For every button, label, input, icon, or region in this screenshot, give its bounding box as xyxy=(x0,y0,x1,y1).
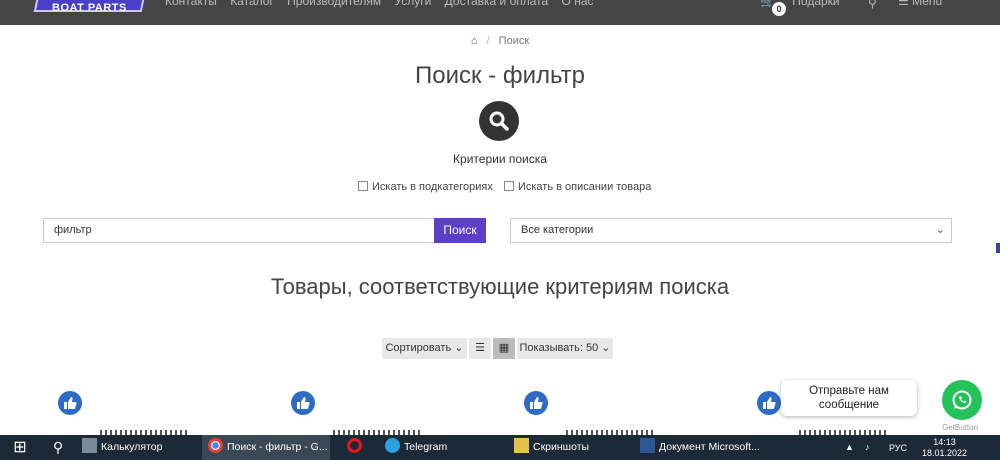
task-calculator[interactable]: Калькулятор xyxy=(78,435,200,460)
telegram-icon xyxy=(385,438,400,453)
list-icon: ☰ xyxy=(475,342,485,354)
nav-catalog[interactable]: Каталог xyxy=(230,0,274,8)
like-icon[interactable] xyxy=(291,391,315,415)
results-title: Товары, соответствующие критериям поиска xyxy=(270,274,730,299)
clock[interactable]: 14:13 18.01.2022 xyxy=(922,437,967,459)
clock-time: 14:13 xyxy=(933,437,956,447)
task-label: Скриншоты xyxy=(533,441,590,453)
home-icon[interactable]: ⌂ xyxy=(471,35,478,47)
search-icon[interactable]: ⚲ xyxy=(868,0,877,10)
chrome-icon xyxy=(208,438,223,453)
nav-services[interactable]: Услуги xyxy=(394,0,431,8)
menu-button[interactable]: ☰ Menu xyxy=(898,0,942,8)
menu-label: Menu xyxy=(912,0,943,8)
cart-count-badge: 0 xyxy=(772,2,786,16)
site-header: BOAT PARTS Контакты Каталог Производител… xyxy=(0,0,1000,25)
chat-bubble[interactable]: Отправьте нам сообщение xyxy=(781,380,917,416)
task-label: Документ Microsoft... xyxy=(659,441,760,453)
calculator-icon xyxy=(82,438,97,453)
task-label: Калькулятор xyxy=(101,441,163,453)
criteria-title: Критерии поиска xyxy=(453,152,547,166)
site-logo[interactable]: BOAT PARTS xyxy=(32,0,147,25)
grid-icon: ▦ xyxy=(498,342,510,354)
category-select-value: Все категории xyxy=(521,224,594,236)
logo-text: BOAT PARTS xyxy=(52,2,127,14)
clock-date: 18.01.2022 xyxy=(922,448,968,458)
nav-contacts[interactable]: Контакты xyxy=(165,0,217,8)
language-indicator[interactable]: РУС xyxy=(889,443,907,453)
getbutton-credit[interactable]: GetButton xyxy=(942,423,978,432)
checkbox-description[interactable]: Искать в описании товара xyxy=(503,181,652,193)
nav-manufacturers[interactable]: Производителям xyxy=(287,0,381,8)
task-label: Поиск - фильтр - G... xyxy=(227,441,328,453)
checkbox-box[interactable] xyxy=(503,181,514,191)
task-label: Telegram xyxy=(404,441,448,453)
search-button[interactable]: Поиск xyxy=(434,218,486,243)
sort-label: Сортировать xyxy=(385,342,452,354)
word-icon xyxy=(640,438,655,453)
top-nav: Контакты Каталог Производителям Услуги Д… xyxy=(165,0,604,8)
show-count-dropdown[interactable]: Показывать: 50 ⌄ xyxy=(517,338,613,359)
cart-label: Подарки xyxy=(792,0,840,8)
like-icon[interactable] xyxy=(524,391,548,415)
checkbox-label: Искать в описании товара xyxy=(517,181,652,193)
task-screenshots[interactable]: Скриншоты xyxy=(506,435,631,460)
page-title: Поиск - фильтр xyxy=(415,62,585,89)
category-select[interactable]: Все категории ⌄ xyxy=(510,218,952,243)
cart-button[interactable]: 🛒 0 Подарки xyxy=(760,0,840,16)
grid-view-button[interactable]: ▦ xyxy=(493,338,515,359)
nav-about[interactable]: О нас xyxy=(562,0,594,8)
whatsapp-button[interactable] xyxy=(942,380,982,420)
task-chrome[interactable]: Поиск - фильтр - G... xyxy=(202,435,330,460)
show-count-label: Показывать: 50 xyxy=(519,342,599,354)
checkbox-label: Искать в подкатегориях xyxy=(372,181,493,193)
search-magnifier-icon xyxy=(479,101,519,141)
task-opera[interactable] xyxy=(332,435,377,460)
volume-icon[interactable]: ♪ xyxy=(865,442,870,452)
task-telegram[interactable]: Telegram xyxy=(379,435,504,460)
opera-icon xyxy=(347,438,362,453)
nav-delivery[interactable]: Доставка и оплата xyxy=(445,0,549,8)
search-input[interactable]: фильтр xyxy=(43,218,434,243)
like-icon[interactable] xyxy=(757,391,781,415)
list-view-button[interactable]: ☰ xyxy=(469,338,491,359)
breadcrumb-separator: / xyxy=(486,35,490,47)
whatsapp-icon xyxy=(952,390,972,410)
side-widget-tab[interactable] xyxy=(996,243,1000,253)
checkbox-subcategories[interactable]: Искать в подкатегориях xyxy=(358,181,493,193)
sort-dropdown[interactable]: Сортировать ⌄ xyxy=(382,338,467,359)
wifi-icon[interactable]: ▲ xyxy=(845,442,854,452)
breadcrumb-current: Поиск xyxy=(498,35,530,47)
windows-taskbar: ⊞ ⚲ Калькулятор Поиск - фильтр - G... Te… xyxy=(0,435,1000,460)
checkbox-box[interactable] xyxy=(358,181,368,191)
task-word[interactable]: Документ Microsoft... xyxy=(634,435,762,460)
folder-icon xyxy=(514,438,529,453)
breadcrumb: ⌂ / Поиск xyxy=(0,35,1000,47)
search-options: Искать в подкатегориях Искать в описании… xyxy=(358,181,659,193)
chevron-down-icon: ⌄ xyxy=(935,224,945,236)
taskbar-search-icon[interactable]: ⚲ xyxy=(40,435,76,460)
windows-start-icon[interactable]: ⊞ xyxy=(0,435,40,460)
like-icon[interactable] xyxy=(58,391,82,415)
